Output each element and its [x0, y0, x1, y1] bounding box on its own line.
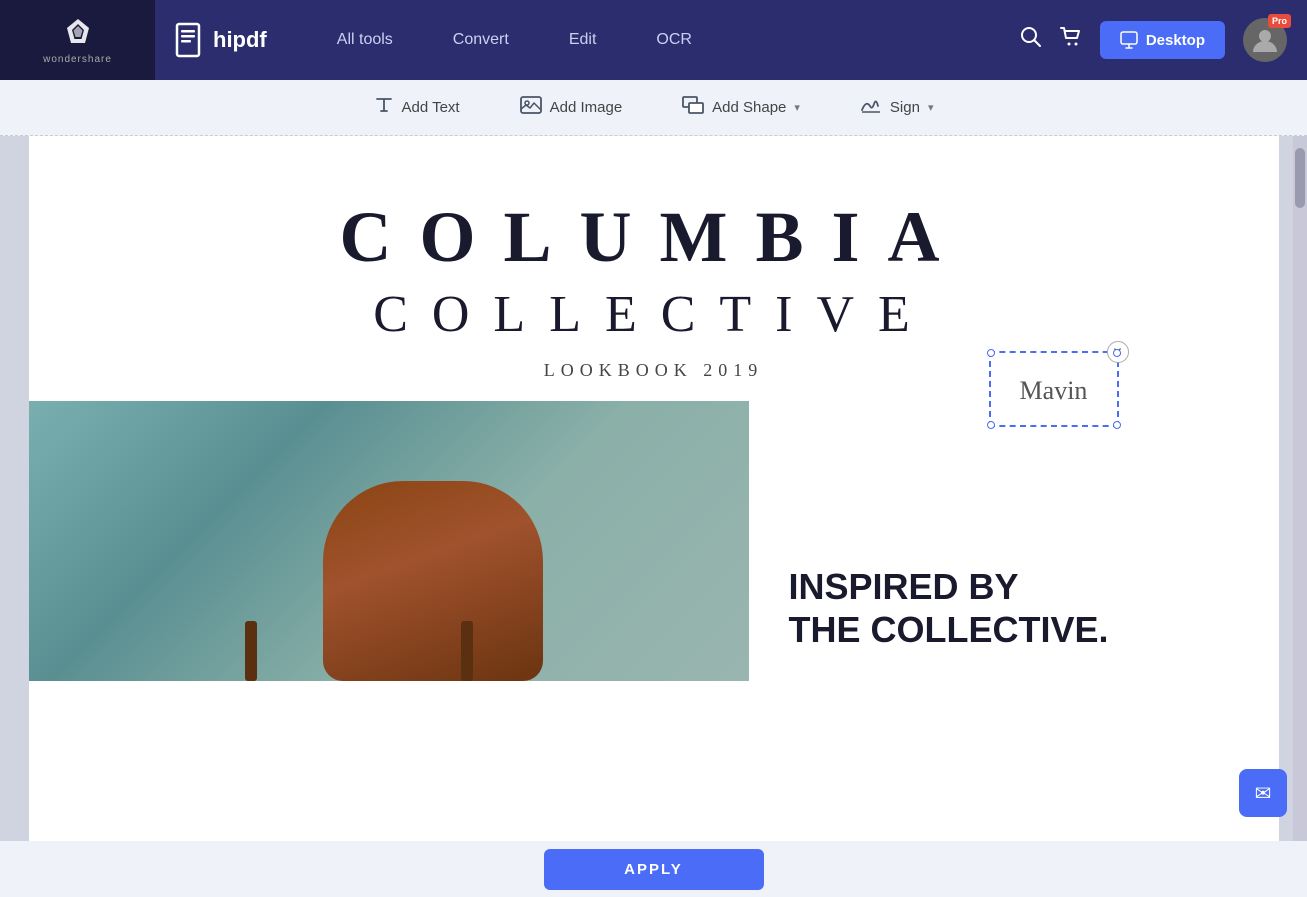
wondershare-logo[interactable]: wondershare: [0, 0, 155, 80]
add-shape-icon: [682, 96, 704, 119]
nav-all-tools[interactable]: All tools: [307, 31, 423, 49]
collective-title: COLLECTIVE: [89, 285, 1219, 344]
pro-badge: Pro: [1268, 14, 1291, 28]
chair-leg-left: [245, 621, 257, 681]
chair-shape: [323, 481, 543, 681]
image-section: INSPIRED BY THE COLLECTIVE.: [29, 401, 1279, 681]
wondershare-label: wondershare: [43, 54, 112, 65]
scrollbar[interactable]: [1293, 136, 1307, 841]
inspired-line1: INSPIRED BY: [789, 565, 1109, 608]
corner-handle-tl[interactable]: [987, 349, 995, 357]
add-text-tool[interactable]: Add Text: [364, 89, 470, 126]
columbia-title: COLUMBIA: [89, 196, 1219, 279]
search-button[interactable]: [1020, 26, 1042, 54]
avatar-wrapper[interactable]: Pro: [1243, 18, 1287, 62]
nav-ocr[interactable]: OCR: [626, 31, 722, 49]
corner-handle-tr[interactable]: [1113, 349, 1121, 357]
hipdf-logo[interactable]: hipdf: [155, 22, 287, 58]
add-text-icon: [374, 95, 394, 120]
main-area: COLUMBIA COLLECTIVE LOOKBOOK 2019 INSPIR…: [0, 136, 1307, 841]
email-icon: ✉: [1255, 781, 1272, 806]
pdf-content: COLUMBIA COLLECTIVE LOOKBOOK 2019: [29, 136, 1279, 381]
inspired-text: INSPIRED BY THE COLLECTIVE.: [789, 565, 1109, 651]
add-image-label: Add Image: [550, 99, 623, 116]
signature-element[interactable]: Mavin ✕: [989, 351, 1119, 427]
apply-bar: APPLY: [0, 841, 1307, 897]
corner-handle-br[interactable]: [1113, 421, 1121, 429]
right-text-area: INSPIRED BY THE COLLECTIVE.: [749, 401, 1279, 681]
add-text-label: Add Text: [402, 99, 460, 116]
email-button[interactable]: ✉: [1239, 769, 1287, 817]
navbar: wondershare hipdf All tools Convert Edit…: [0, 0, 1307, 80]
inspired-line2: THE COLLECTIVE.: [789, 608, 1109, 651]
cart-button[interactable]: [1060, 26, 1082, 54]
add-shape-tool[interactable]: Add Shape ▾: [672, 90, 810, 125]
sign-icon: [860, 96, 882, 119]
nav-actions: Desktop Pro: [1020, 18, 1307, 62]
add-shape-label: Add Shape: [712, 99, 786, 116]
hipdf-text: hipdf: [213, 27, 267, 53]
scrollbar-thumb[interactable]: [1295, 148, 1305, 208]
desktop-button[interactable]: Desktop: [1100, 21, 1225, 59]
chair-image: [29, 401, 749, 681]
desktop-btn-label: Desktop: [1146, 32, 1205, 49]
pdf-canvas: COLUMBIA COLLECTIVE LOOKBOOK 2019 INSPIR…: [29, 136, 1279, 841]
sign-tool[interactable]: Sign ▾: [850, 90, 944, 125]
add-image-tool[interactable]: Add Image: [510, 90, 633, 125]
toolbar: Add Text Add Image Add Shape ▾: [0, 80, 1307, 136]
nav-convert[interactable]: Convert: [423, 31, 539, 49]
sign-caret: ▾: [928, 101, 934, 114]
add-shape-caret: ▾: [794, 101, 800, 114]
signature-text: Mavin: [991, 353, 1117, 429]
nav-edit[interactable]: Edit: [539, 31, 627, 49]
sign-label: Sign: [890, 99, 920, 116]
add-image-icon: [520, 96, 542, 119]
apply-button[interactable]: APPLY: [544, 849, 764, 890]
corner-handle-bl[interactable]: [987, 421, 995, 429]
chair-leg-right: [461, 621, 473, 681]
nav-links: All tools Convert Edit OCR: [287, 31, 1020, 49]
